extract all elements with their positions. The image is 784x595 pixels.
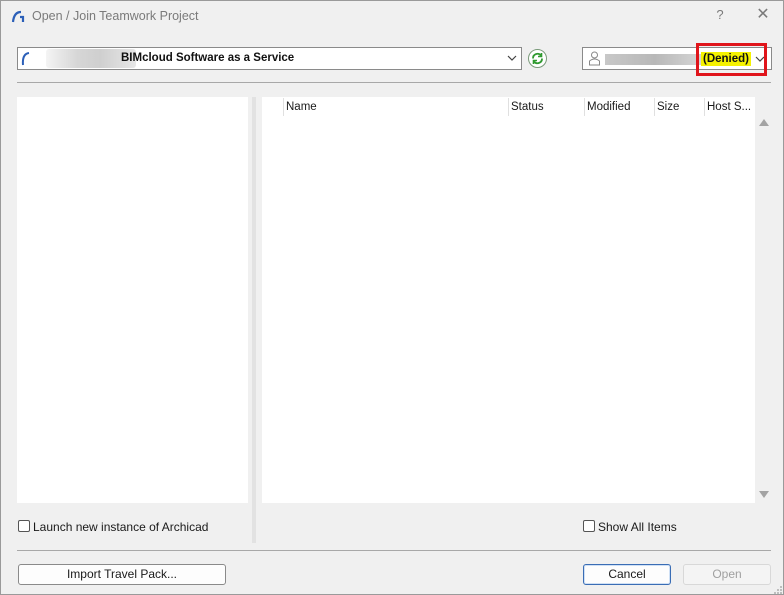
scroll-down-arrow-icon[interactable] bbox=[759, 491, 769, 498]
column-header-modified[interactable]: Modified bbox=[587, 98, 630, 116]
server-name: BIMcloud Software as a Service bbox=[121, 52, 295, 64]
divider bbox=[17, 550, 771, 551]
user-icon bbox=[588, 50, 601, 67]
folder-tree-panel[interactable] bbox=[17, 97, 248, 503]
chevron-down-icon bbox=[507, 52, 517, 64]
import-travel-pack-button[interactable]: Import Travel Pack... bbox=[18, 564, 226, 585]
column-header-host-server[interactable]: Host S... bbox=[707, 98, 751, 116]
server-select[interactable]: BIMcloud Software as a Service bbox=[17, 47, 522, 70]
refresh-icon[interactable] bbox=[528, 49, 547, 68]
column-header-size[interactable]: Size bbox=[657, 98, 679, 116]
highlight-box bbox=[696, 43, 767, 76]
open-button[interactable]: Open bbox=[683, 564, 771, 585]
cancel-button[interactable]: Cancel bbox=[583, 564, 671, 585]
project-list[interactable] bbox=[262, 97, 755, 503]
archicad-logo-icon bbox=[11, 9, 27, 25]
panel-splitter[interactable] bbox=[252, 97, 256, 543]
username-redacted bbox=[605, 54, 705, 65]
window-title: Open / Join Teamwork Project bbox=[32, 9, 199, 23]
open-join-teamwork-dialog: Open / Join Teamwork Project ? ✕ BIMclou… bbox=[0, 0, 784, 595]
launch-new-instance-label[interactable]: Launch new instance of Archicad bbox=[33, 520, 208, 534]
divider bbox=[17, 82, 771, 83]
column-separator bbox=[654, 98, 655, 116]
title-bar: Open / Join Teamwork Project ? ✕ bbox=[1, 1, 783, 33]
bimcloud-server-icon bbox=[21, 51, 33, 67]
column-header-name[interactable]: Name bbox=[286, 98, 317, 116]
column-separator bbox=[283, 98, 284, 116]
scroll-up-arrow-icon[interactable] bbox=[759, 119, 769, 126]
show-all-items-label[interactable]: Show All Items bbox=[598, 520, 677, 534]
list-scrollbar[interactable] bbox=[755, 97, 771, 503]
resize-grip-icon[interactable] bbox=[773, 584, 783, 594]
column-separator bbox=[584, 98, 585, 116]
column-header-status[interactable]: Status bbox=[511, 98, 544, 116]
launch-new-instance-checkbox[interactable] bbox=[18, 520, 30, 532]
show-all-items-checkbox[interactable] bbox=[583, 520, 595, 532]
column-separator bbox=[508, 98, 509, 116]
close-button[interactable]: ✕ bbox=[753, 5, 773, 25]
column-separator bbox=[704, 98, 705, 116]
help-button[interactable]: ? bbox=[713, 7, 727, 25]
